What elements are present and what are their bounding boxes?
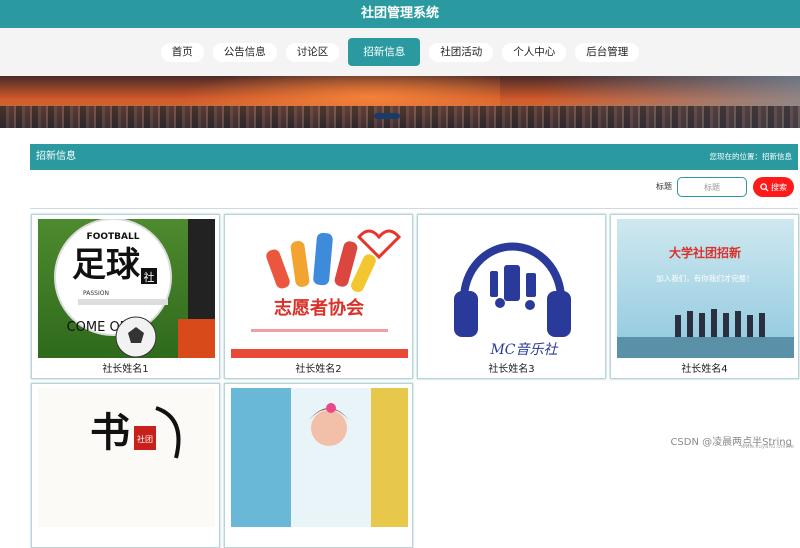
app-title: 社团管理系统: [360, 6, 439, 21]
card-image-volunteer: 志愿者协会: [231, 219, 408, 358]
football-club-char: 社: [144, 270, 155, 284]
nav-item-forum[interactable]: 讨论区: [285, 42, 340, 62]
section-header: 招新信息 您现在的位置：招新信息: [30, 144, 798, 170]
search-button-label: 搜索: [771, 182, 787, 192]
app-header: 社团管理系统: [0, 0, 800, 28]
main-nav: 首页 公告信息 讨论区 招新信息 社团活动 个人中心 后台管理: [0, 28, 800, 76]
nav-item-admin[interactable]: 后台管理: [575, 42, 640, 62]
poster-subtitle: 加入我们，有你我们才完整！: [656, 273, 754, 283]
card-label: 社长姓名3: [488, 364, 535, 375]
carousel-indicator[interactable]: [374, 113, 400, 119]
nav-item-personal-center[interactable]: 个人中心: [502, 42, 567, 62]
football-passion: PASSION: [83, 290, 109, 297]
book-club-seal: 社团: [137, 434, 153, 444]
football-word: FOOTBALL: [87, 232, 140, 242]
card-label: 社长姓名4: [681, 364, 728, 375]
search-icon: [760, 182, 769, 192]
search-input[interactable]: [677, 177, 747, 197]
recruitment-card[interactable]: 志愿者协会 社长姓名2: [224, 214, 413, 379]
book-club-char: 书: [90, 409, 130, 456]
card-image-music: MC音乐社: [424, 219, 601, 358]
recruitment-card[interactable]: [224, 383, 413, 548]
content-divider: [30, 208, 798, 209]
section-title: 招新信息: [36, 151, 76, 162]
breadcrumb: 您现在的位置：招新信息: [709, 152, 793, 161]
recruitment-card[interactable]: FOOTBALL 足球 社 PASSION COME ON 社长姓名1: [31, 214, 220, 379]
recruitment-card[interactable]: 大学社团招新 加入我们，有你我们才完整！ 社长姓名4: [610, 214, 799, 379]
search-label: 标题: [656, 182, 672, 191]
football-title: 足球: [72, 245, 141, 285]
card-label: 社长姓名1: [102, 364, 149, 375]
nav-item-recruitment[interactable]: 招新信息: [348, 38, 421, 66]
recruitment-card[interactable]: MC音乐社 社长姓名3: [417, 214, 606, 379]
nav-item-club-activities[interactable]: 社团活动: [429, 42, 494, 62]
watermark-url: www.kuyahu.online: [740, 444, 794, 450]
volunteer-title: 志愿者协会: [274, 297, 364, 319]
card-image-recruitment-poster: 大学社团招新 加入我们，有你我们才完整！: [617, 219, 794, 358]
poster-title: 大学社团招新: [669, 245, 741, 260]
card-label: 社长姓名2: [295, 364, 342, 375]
recruitment-card[interactable]: 书 社团: [31, 383, 220, 548]
nav-item-home[interactable]: 首页: [160, 42, 204, 62]
search-button[interactable]: 搜索: [753, 177, 794, 197]
city-banner: [0, 76, 800, 128]
card-image-anime: [231, 388, 408, 527]
music-title: MC音乐社: [489, 342, 558, 358]
card-image-book-club: 书 社团: [38, 388, 215, 527]
banner-skyline: [0, 106, 800, 128]
nav-item-announcements[interactable]: 公告信息: [212, 42, 277, 62]
card-image-football: FOOTBALL 足球 社 PASSION COME ON: [38, 219, 215, 358]
